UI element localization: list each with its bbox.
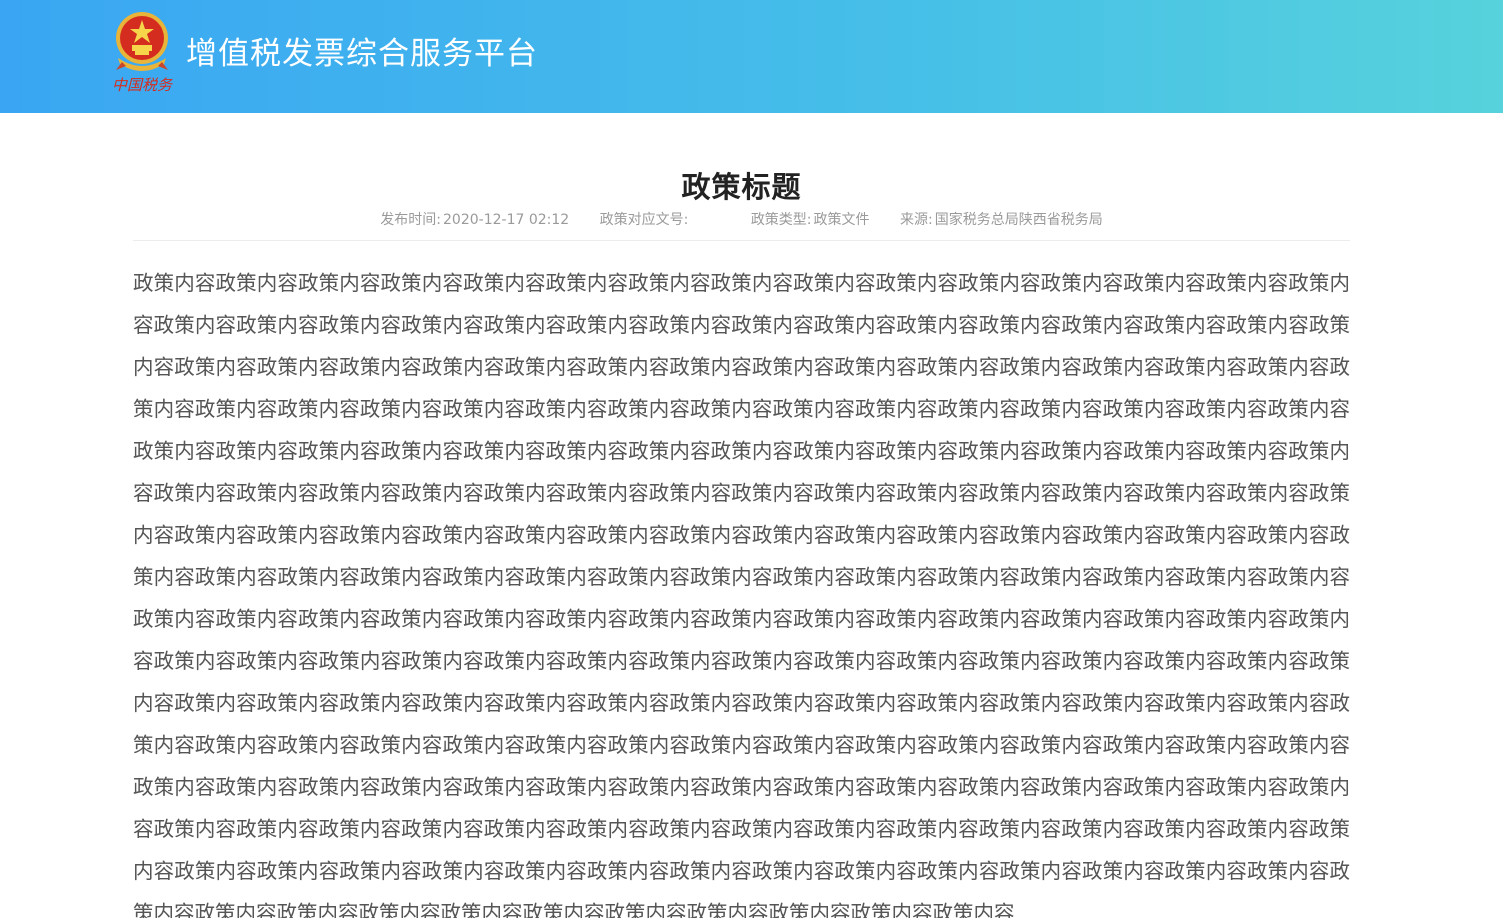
source: 来源: 国家税务总局陕西省税务局 (900, 209, 1103, 231)
policy-type-label: 政策类型: (750, 212, 812, 228)
logo-caption: 中国税务 (112, 76, 174, 94)
publish-time: 发布时间: 2020-12-17 02:12 (380, 209, 569, 231)
policy-type-value: 政策文件 (813, 212, 870, 228)
policy-type: 政策类型: 政策文件 (751, 209, 870, 231)
site-header: 中国税务 增值税发票综合服务平台 (0, 0, 1503, 113)
doc-number: 政策对应文号: (600, 209, 721, 231)
source-value: 国家税务总局陕西省税务局 (934, 212, 1103, 228)
china-tax-emblem-icon[interactable]: 中国税务 (108, 8, 176, 96)
source-label: 来源: (899, 212, 933, 228)
site-title[interactable]: 增值税发票综合服务平台 (186, 32, 538, 76)
article-meta: 发布时间: 2020-12-17 02:12 政策对应文号: 政策类型: 政策文件 … (133, 209, 1350, 231)
article-body: 政策内容政策内容政策内容政策内容政策内容政策内容政策内容政策内容政策内容政策内容… (133, 271, 1350, 918)
divider (133, 240, 1350, 241)
policy-article: 政策标题 发布时间: 2020-12-17 02:12 政策对应文号: 政策类型:… (133, 113, 1350, 918)
publish-time-label: 发布时间: (380, 212, 442, 228)
doc-number-label: 政策对应文号: (599, 212, 689, 228)
page-title: 政策标题 (681, 170, 802, 205)
publish-time-value: 2020-12-17 02:12 (443, 212, 570, 228)
